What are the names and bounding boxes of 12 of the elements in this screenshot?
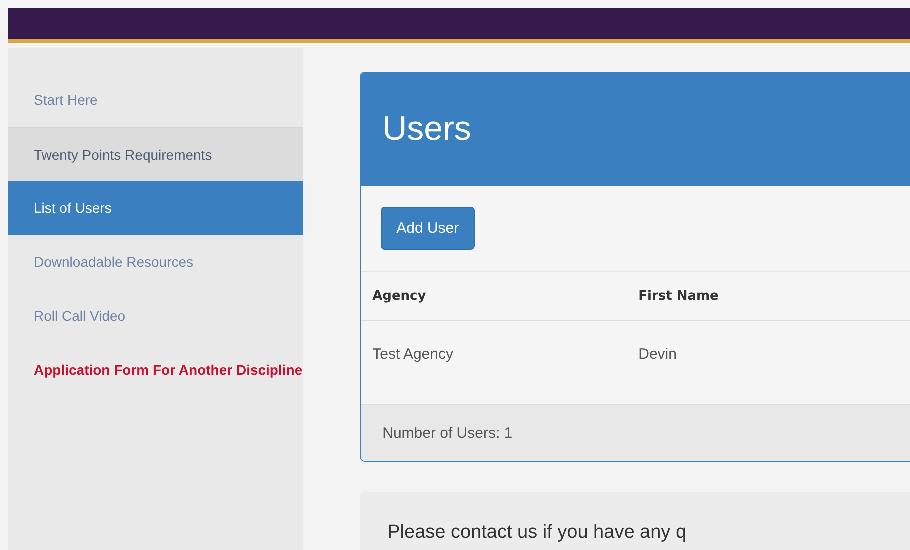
sidebar-item[interactable]: Start Here — [8, 73, 303, 127]
column-header: First Name — [626, 272, 893, 320]
contact-text: Please contact us if you have any q — [388, 522, 687, 544]
column-header: Agency — [360, 272, 627, 320]
sidebar-item[interactable]: Roll Call Video — [8, 289, 303, 343]
user-count: Number of Users: 1 — [382, 424, 513, 442]
add-user-button[interactable]: Add User — [380, 207, 476, 250]
sidebar-item[interactable]: Application Form For Another Discipline — [8, 343, 303, 397]
sidebar-item[interactable]: Downloadable Resources — [8, 235, 303, 289]
sidebar-item[interactable]: Twenty Points Requirements — [8, 127, 303, 181]
panel-title: Users — [382, 110, 472, 149]
sidebar-item[interactable]: List of Users — [8, 181, 303, 235]
